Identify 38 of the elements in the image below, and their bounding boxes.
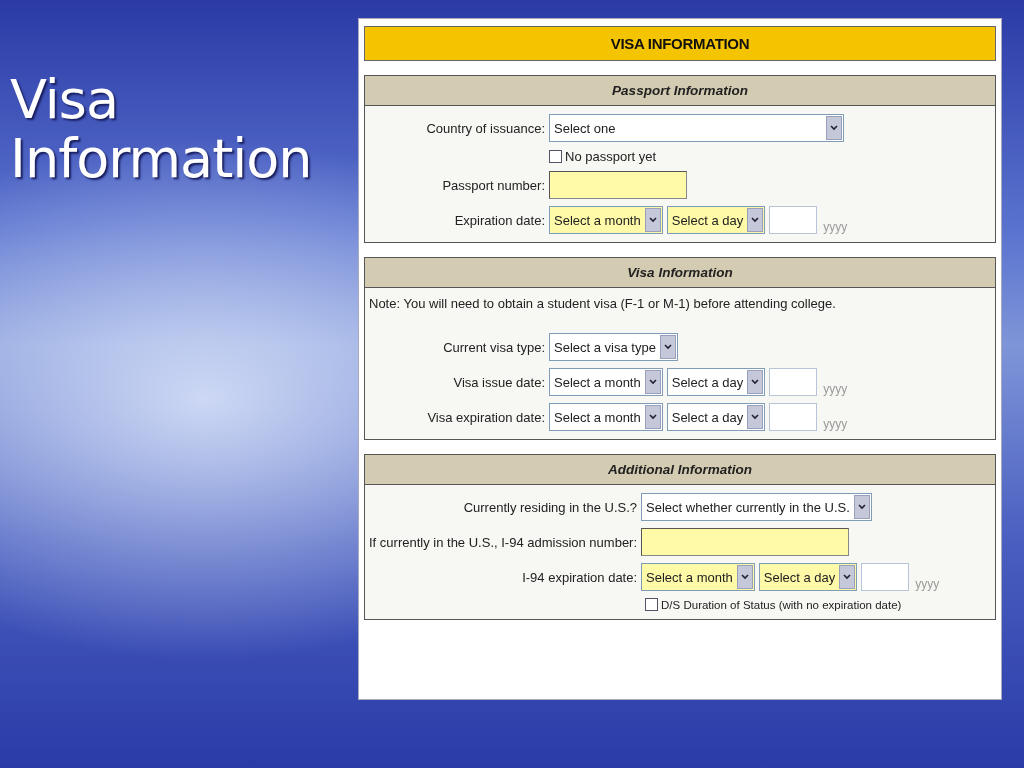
field-label: Expiration date:	[453, 212, 545, 228]
year-field[interactable]	[769, 206, 818, 234]
field-label: Currently residing in the U.S.?	[462, 499, 638, 515]
month-dropdown[interactable]: Select a month	[641, 563, 755, 591]
day-dropdown[interactable]: Select a day	[666, 403, 766, 431]
year-hint: yyyy	[915, 577, 940, 591]
day-dropdown[interactable]: Select a day	[666, 368, 766, 396]
year-field[interactable]	[769, 403, 818, 431]
checkbox-option[interactable]: D/S Duration of Status (with no expiration date)	[645, 598, 991, 611]
input-field[interactable]	[549, 171, 687, 199]
section-title: Visa Information	[365, 258, 995, 288]
checkbox-option[interactable]: No passport yet	[549, 149, 991, 164]
field-label: Visa expiration date:	[426, 409, 545, 425]
input-field[interactable]	[641, 528, 850, 556]
field-label: Visa issue date:	[452, 374, 545, 390]
day-dropdown[interactable]: Select a day	[758, 563, 858, 591]
year-hint: yyyy	[823, 220, 848, 234]
select-dropdown[interactable]: Select a visa type	[549, 333, 678, 361]
year-field[interactable]	[769, 368, 818, 396]
month-dropdown[interactable]: Select a month	[549, 368, 663, 396]
form-title: VISA INFORMATION	[364, 26, 996, 61]
field-label: Country of issuance:	[425, 120, 545, 136]
year-hint: yyyy	[823, 382, 848, 396]
field-label: Passport number:	[441, 177, 545, 193]
note-text: Note: You will need to obtain a student visa (F-1 or M-1) before attending college.	[369, 296, 837, 311]
section-title: Additional Information	[365, 455, 995, 485]
section-title: Passport Information	[365, 76, 995, 106]
month-dropdown[interactable]: Select a month	[549, 206, 663, 234]
month-dropdown[interactable]: Select a month	[549, 403, 663, 431]
field-label: If currently in the U.S., I-94 admission number:	[369, 534, 638, 550]
select-dropdown[interactable]: Select whether currently in the U.S.	[641, 493, 872, 521]
day-dropdown[interactable]: Select a day	[666, 206, 766, 234]
year-field[interactable]	[861, 563, 910, 591]
select-dropdown[interactable]: Select one	[549, 114, 844, 142]
field-label: Current visa type:	[442, 339, 545, 355]
year-hint: yyyy	[823, 417, 848, 431]
slide-title: Visa Information	[10, 70, 313, 189]
field-label: I-94 expiration date:	[521, 569, 638, 585]
